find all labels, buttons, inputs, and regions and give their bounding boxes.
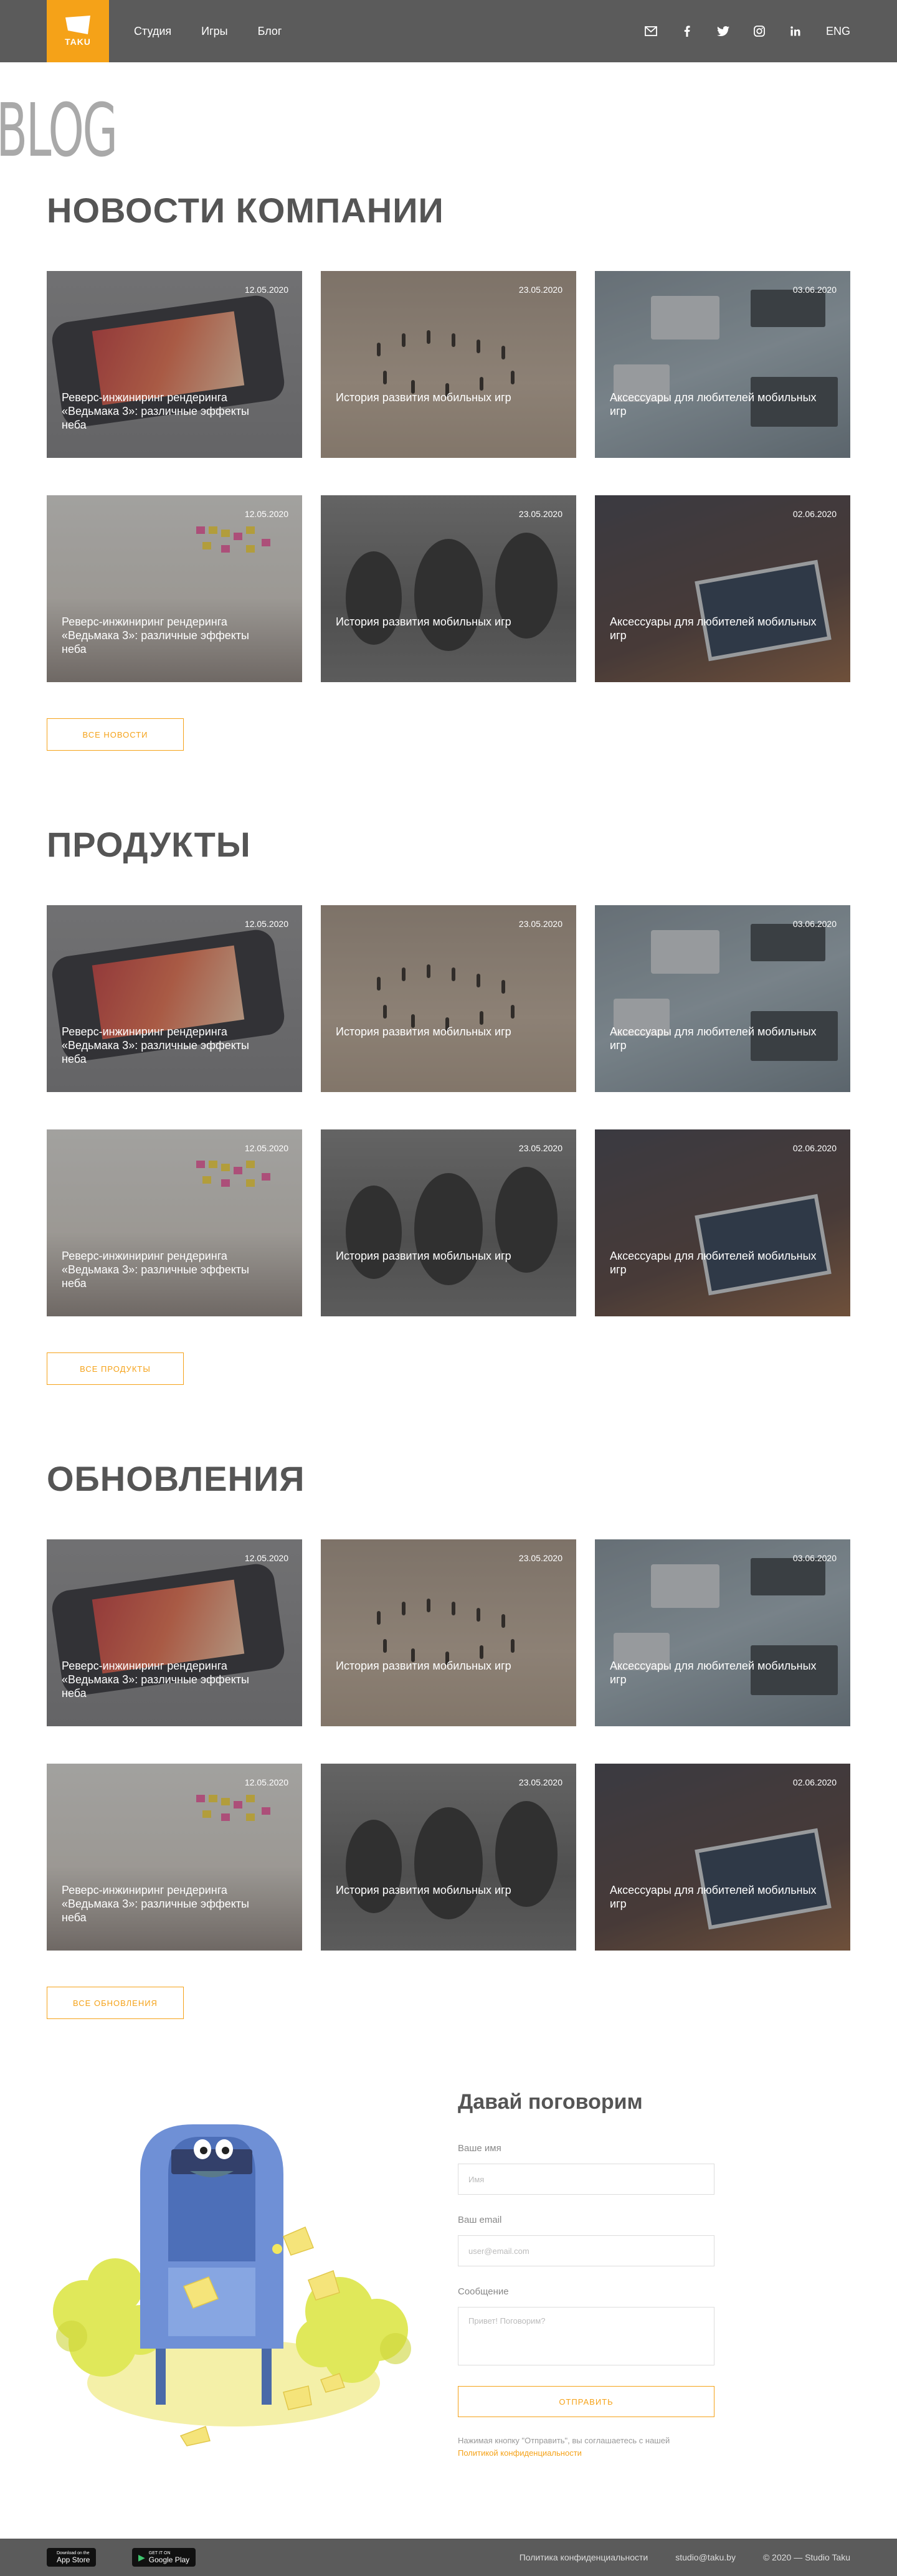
- logo-mark-icon: [65, 16, 90, 34]
- card-title: Реверс-инжиниринг рендеринга «Ведьмака 3…: [62, 391, 249, 431]
- update-card[interactable]: 12.05.2020 Реверс-инжиниринг рендеринга …: [47, 1764, 302, 1951]
- card-date: 02.06.2020: [792, 1143, 837, 1153]
- all-updates-button[interactable]: ВСЕ ОБНОВЛЕНИЯ: [47, 1987, 184, 2019]
- nav-item-blog[interactable]: Блог: [258, 25, 282, 38]
- section-title-products: ПРОДУКТЫ: [47, 825, 251, 864]
- contact-title: Давай поговорим: [458, 2090, 643, 2114]
- nav-item-games[interactable]: Игры: [201, 25, 227, 38]
- nav-item-studio[interactable]: Студия: [134, 25, 171, 38]
- consent-label: Нажимая кнопку "Отправить", вы соглашает…: [458, 2436, 670, 2445]
- news-card[interactable]: 23.05.2020 История развития мобильных иг…: [321, 271, 576, 458]
- logo-text: TAKU: [65, 37, 91, 47]
- consent-text: Нажимая кнопку "Отправить", вы соглашает…: [458, 2435, 726, 2460]
- name-label: Ваше имя: [458, 2143, 501, 2154]
- appstore-badge[interactable]: Download on the App Store: [47, 2548, 97, 2567]
- card-date: 03.06.2020: [792, 1553, 837, 1563]
- privacy-policy-link[interactable]: Политикой конфиденциальности: [458, 2448, 582, 2458]
- googleplay-badge[interactable]: ▶ GET IT ON Google Play: [132, 2548, 196, 2567]
- footer-privacy-link[interactable]: Политика конфиденциальности: [520, 2552, 648, 2562]
- product-card[interactable]: 23.05.2020 История развития мобильных иг…: [321, 1129, 576, 1316]
- footer-copyright: © 2020 — Studio Taku: [762, 2552, 850, 2562]
- update-card[interactable]: 02.06.2020 Аксессуары для любителей моби…: [595, 1764, 850, 1951]
- card-date: 12.05.2020: [244, 1553, 288, 1563]
- product-card[interactable]: 12.05.2020 Реверс-инжиниринг рендеринга …: [47, 1129, 302, 1316]
- update-card[interactable]: 23.05.2020 История развития мобильных иг…: [321, 1764, 576, 1951]
- footer-email-link[interactable]: studio@taku.by: [675, 2552, 736, 2562]
- news-card[interactable]: 03.06.2020 Аксессуары для любителей моби…: [595, 271, 850, 458]
- linkedin-icon[interactable]: [789, 24, 802, 38]
- product-card[interactable]: 03.06.2020 Аксессуары для любителей моби…: [595, 905, 850, 1092]
- card-date: 03.06.2020: [792, 919, 837, 929]
- card-title: Реверс-инжиниринг рендеринга «Ведьмака 3…: [62, 1884, 249, 1924]
- card-title: Аксессуары для любителей мобильных игр: [610, 1660, 817, 1686]
- card-title: Реверс-инжиниринг рендеринга «Ведьмака 3…: [62, 1025, 249, 1065]
- card-title: Аксессуары для любителей мобильных игр: [610, 391, 817, 417]
- email-field[interactable]: user@email.com: [458, 2235, 714, 2266]
- card-date: 12.05.2020: [244, 1777, 288, 1787]
- card-date: 12.05.2020: [244, 509, 288, 519]
- card-title: История развития мобильных игр: [336, 1025, 511, 1038]
- card-title: Аксессуары для любителей мобильных игр: [610, 1884, 817, 1910]
- appstore-label: App Store: [57, 2555, 90, 2564]
- card-title: Аксессуары для любителей мобильных игр: [610, 1025, 817, 1052]
- card-date: 23.05.2020: [518, 1143, 562, 1153]
- card-title: История развития мобильных игр: [336, 1660, 511, 1672]
- product-card[interactable]: 02.06.2020 Аксессуары для любителей моби…: [595, 1129, 850, 1316]
- footer-links: Политика конфиденциальности studio@taku.…: [520, 2539, 850, 2576]
- card-title: Реверс-инжиниринг рендеринга «Ведьмака 3…: [62, 615, 249, 655]
- card-date: 23.05.2020: [518, 509, 562, 519]
- news-card[interactable]: 12.05.2020 Реверс-инжиниринг рендеринга …: [47, 495, 302, 682]
- update-card[interactable]: 12.05.2020 Реверс-инжиниринг рендеринга …: [47, 1539, 302, 1726]
- update-card[interactable]: 23.05.2020 История развития мобильных иг…: [321, 1539, 576, 1726]
- mailbox-illustration: [53, 2124, 411, 2446]
- all-products-button[interactable]: ВСЕ ПРОДУКТЫ: [47, 1352, 184, 1385]
- card-date: 23.05.2020: [518, 1553, 562, 1563]
- instagram-icon[interactable]: [752, 24, 766, 38]
- card-date: 02.06.2020: [792, 1777, 837, 1787]
- card-title: Реверс-инжиниринг рендеринга «Ведьмака 3…: [62, 1250, 249, 1290]
- card-title: История развития мобильных игр: [336, 1250, 511, 1262]
- logo[interactable]: TAKU: [47, 0, 109, 62]
- product-card[interactable]: 23.05.2020 История развития мобильных иг…: [321, 905, 576, 1092]
- update-card[interactable]: 03.06.2020 Аксессуары для любителей моби…: [595, 1539, 850, 1726]
- card-date: 23.05.2020: [518, 285, 562, 295]
- card-title: История развития мобильных игр: [336, 391, 511, 404]
- send-button[interactable]: ОТПРАВИТЬ: [458, 2386, 714, 2417]
- main-nav: Студия Игры Блог: [134, 0, 282, 62]
- news-card[interactable]: 12.05.2020 Реверс-инжиниринг рендеринга …: [47, 271, 302, 458]
- blog-watermark: BLOG: [0, 87, 118, 173]
- googleplay-icon: ▶: [138, 2552, 145, 2562]
- card-date: 12.05.2020: [244, 919, 288, 929]
- site-footer: Download on the App Store ▶ GET IT ON Go…: [0, 2539, 897, 2576]
- card-date: 03.06.2020: [792, 285, 837, 295]
- all-news-button[interactable]: ВСЕ НОВОСТИ: [47, 718, 184, 751]
- card-title: Реверс-инжиниринг рендеринга «Ведьмака 3…: [62, 1660, 249, 1699]
- news-card[interactable]: 23.05.2020 История развития мобильных иг…: [321, 495, 576, 682]
- card-title: Аксессуары для любителей мобильных игр: [610, 615, 817, 642]
- card-title: История развития мобильных игр: [336, 615, 511, 628]
- name-field[interactable]: Имя: [458, 2164, 714, 2195]
- section-title-updates: ОБНОВЛЕНИЯ: [47, 1459, 305, 1498]
- card-title: История развития мобильных игр: [336, 1884, 511, 1896]
- card-date: 12.05.2020: [244, 1143, 288, 1153]
- site-header: TAKU Студия Игры Блог ENG: [0, 0, 897, 62]
- news-card[interactable]: 02.06.2020 Аксессуары для любителей моби…: [595, 495, 850, 682]
- card-date: 23.05.2020: [518, 919, 562, 929]
- message-label: Сообщение: [458, 2286, 509, 2297]
- card-date: 12.05.2020: [244, 285, 288, 295]
- googleplay-label: Google Play: [148, 2555, 190, 2564]
- card-title: Аксессуары для любителей мобильных игр: [610, 1250, 817, 1276]
- facebook-icon[interactable]: [680, 24, 694, 38]
- social-links: ENG: [644, 0, 850, 62]
- message-field[interactable]: Привет! Поговорим?: [458, 2307, 714, 2365]
- twitter-icon[interactable]: [716, 24, 730, 38]
- email-label: Ваш email: [458, 2215, 502, 2225]
- card-date: 02.06.2020: [792, 509, 837, 519]
- product-card[interactable]: 12.05.2020 Реверс-инжиниринг рендеринга …: [47, 905, 302, 1092]
- language-switch[interactable]: ENG: [826, 25, 850, 38]
- mail-icon[interactable]: [644, 24, 658, 38]
- section-title-news: НОВОСТИ КОМПАНИИ: [47, 191, 444, 230]
- card-date: 23.05.2020: [518, 1777, 562, 1787]
